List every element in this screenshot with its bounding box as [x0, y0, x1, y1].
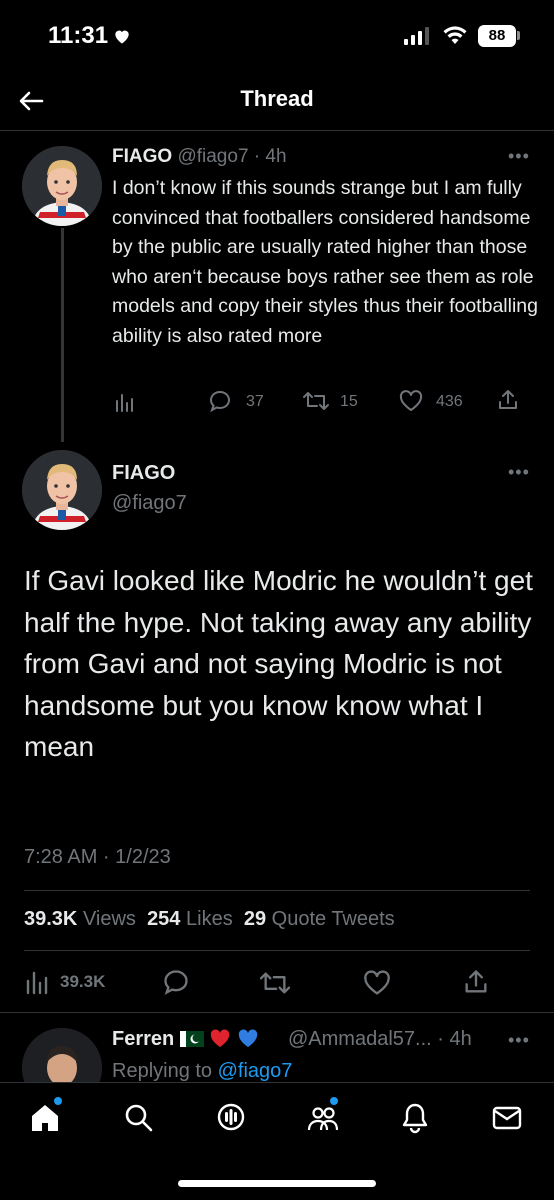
views-icon[interactable]: [24, 969, 50, 995]
tweet1-more-button[interactable]: •••: [508, 146, 530, 167]
reply-age: 4h: [449, 1028, 472, 1050]
main-tweet-text: If Gavi looked like Modric he wouldn’t g…: [24, 565, 533, 762]
replying-to-mention[interactable]: @fiago7: [218, 1060, 293, 1082]
retweet-icon[interactable]: [302, 389, 330, 413]
communities-notification-dot: [330, 1097, 338, 1105]
main-tweet-timestamp[interactable]: 7:28 AM · 1/2/23: [24, 846, 171, 869]
search-icon[interactable]: [122, 1101, 156, 1135]
blue-heart-icon: [238, 1029, 258, 1048]
pakistan-flag-icon: [179, 1031, 204, 1047]
tweet1-retweet-count: 15: [340, 393, 358, 410]
meta-separator: ·: [437, 1028, 444, 1050]
action-views-count: 39.3K: [60, 972, 106, 991]
status-bar: 11:31 88: [0, 0, 554, 70]
main-author-handle[interactable]: @fiago7: [112, 492, 187, 515]
battery-tip: [517, 31, 520, 40]
avatar-image: [22, 450, 102, 530]
tweet-stats: 39.3K Views 254 Likes 29 Quote Tweets: [24, 908, 395, 931]
avatar[interactable]: [22, 450, 102, 530]
main-more-button[interactable]: •••: [508, 462, 530, 483]
communities-icon[interactable]: [306, 1101, 340, 1135]
stats-divider-bottom: [24, 950, 530, 951]
thread-connector: [61, 228, 64, 442]
header-divider: [0, 130, 554, 131]
views-icon[interactable]: [114, 391, 136, 413]
retweet-icon[interactable]: [258, 969, 292, 997]
red-heart-icon: [211, 1029, 230, 1048]
share-icon[interactable]: [462, 968, 490, 996]
tweet1-like-count: 436: [436, 393, 463, 410]
like-icon[interactable]: [362, 969, 392, 997]
replying-to-prefix: Replying to: [112, 1060, 213, 1082]
likes-label[interactable]: Likes: [186, 908, 233, 930]
home-indicator[interactable]: [178, 1180, 376, 1187]
page-title: Thread: [240, 86, 314, 111]
signal-icon: [404, 27, 429, 45]
reply-meta: @Ammadal57... · 4h: [288, 1028, 472, 1051]
avatar[interactable]: [22, 146, 102, 226]
battery-icon: 88: [478, 25, 516, 47]
heart-icon: [115, 30, 129, 44]
status-time: 11:31: [48, 22, 109, 49]
views-label: Views: [82, 908, 136, 930]
avatar-image: [22, 146, 102, 226]
main-author-name[interactable]: FIAGO: [112, 462, 175, 485]
home-icon[interactable]: [28, 1101, 62, 1135]
tweet1-meta: FIAGO @fiago7 · 4h: [112, 146, 287, 168]
quotes-count[interactable]: 29: [244, 908, 266, 930]
stats-divider-top: [24, 890, 530, 891]
tweet1-age: 4h: [265, 146, 287, 167]
thread-header: Thread: [0, 70, 554, 130]
notifications-icon[interactable]: [398, 1101, 432, 1135]
share-icon[interactable]: [496, 388, 520, 412]
reply-name-text[interactable]: Ferren: [112, 1028, 174, 1050]
wifi-icon: [443, 26, 467, 44]
quotes-label[interactable]: Quote Tweets: [272, 908, 395, 930]
reply-author-name[interactable]: Ferren: [112, 1028, 259, 1051]
views-count: 39.3K: [24, 908, 78, 930]
meta-separator: ·: [253, 146, 261, 167]
likes-count[interactable]: 254: [147, 908, 180, 930]
tweet1-reply-count: 37: [246, 393, 264, 410]
replying-to-line: Replying to @fiago7: [112, 1060, 292, 1083]
reply-icon[interactable]: [208, 389, 232, 413]
messages-icon[interactable]: [490, 1101, 524, 1135]
reply-handle[interactable]: @Ammadal57...: [288, 1028, 432, 1050]
tweet1-text: I don’t know if this sounds strange but …: [112, 177, 538, 347]
like-icon[interactable]: [398, 389, 424, 413]
tweet1-author-name[interactable]: FIAGO: [112, 146, 172, 167]
reply-icon[interactable]: [162, 968, 190, 996]
spaces-icon[interactable]: [214, 1101, 248, 1135]
battery-level: 88: [488, 27, 506, 44]
tweet1-handle[interactable]: @fiago7: [177, 146, 248, 167]
home-notification-dot: [54, 1097, 62, 1105]
reply-divider: [0, 1012, 554, 1013]
reply-more-button[interactable]: •••: [508, 1030, 530, 1051]
